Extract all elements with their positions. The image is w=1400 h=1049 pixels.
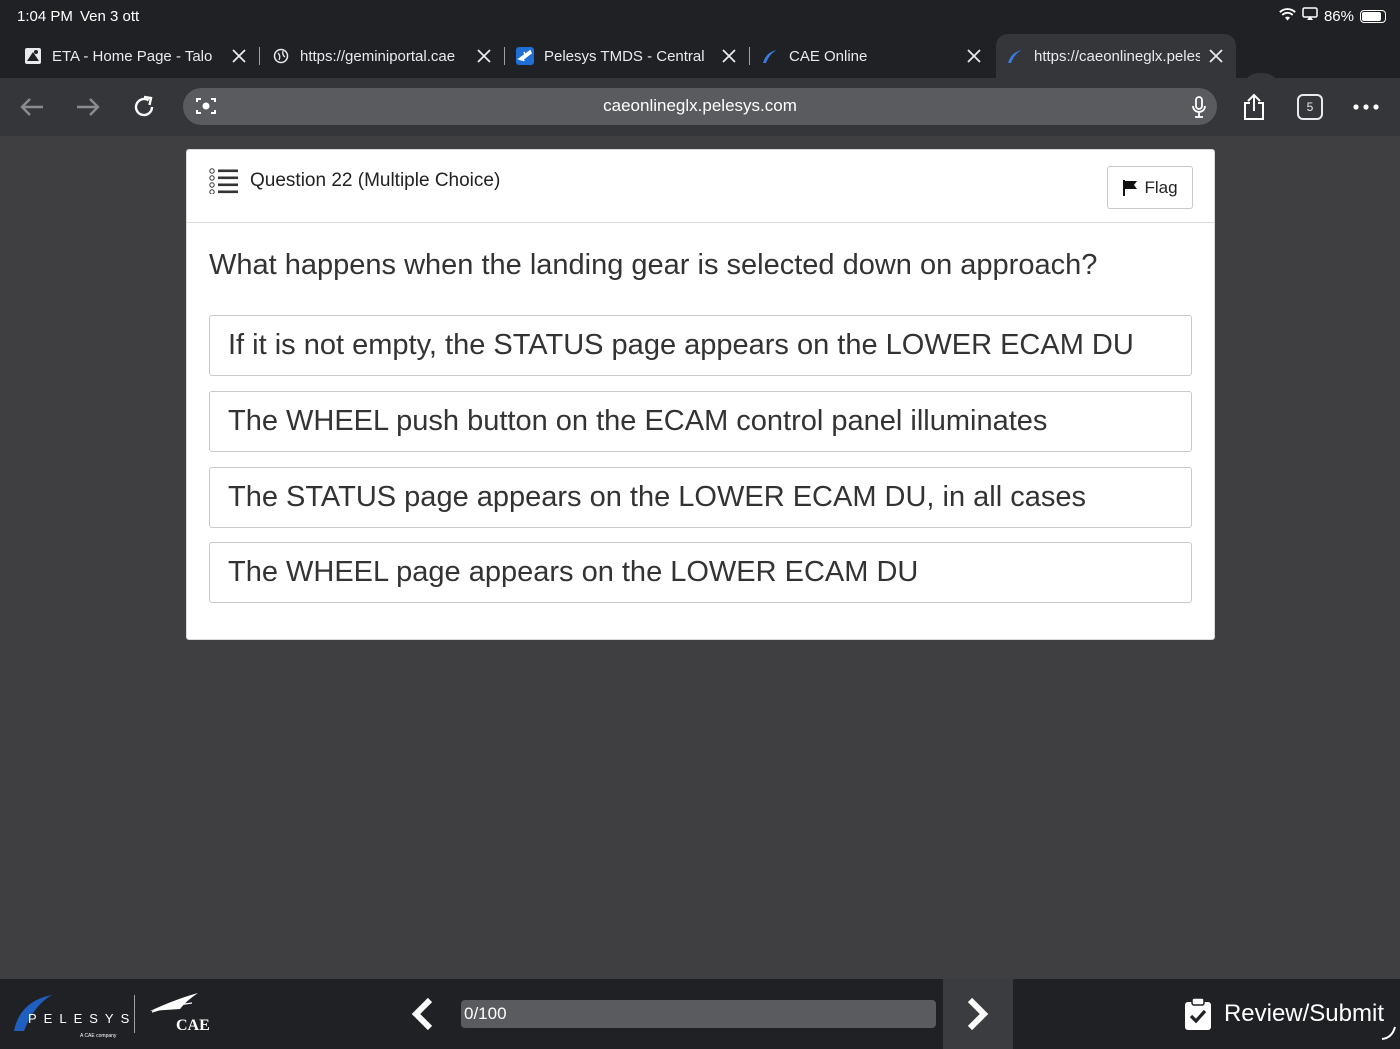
screen-mirroring-icon [1302,7,1318,25]
browser-tab[interactable]: Pelesys TMDS - Central [516,34,750,78]
browser-tab[interactable]: CAE Online [761,34,994,78]
microphone-icon[interactable] [1191,96,1207,123]
tab-separator [503,47,505,65]
tab-title: ETA - Home Page - Talon [52,47,212,65]
question-text: What happens when the landing gear is se… [209,249,1098,281]
svg-text:CAE: CAE [176,1017,210,1034]
answer-option-2[interactable]: The WHEEL push button on the ECAM contro… [209,391,1192,452]
answer-option-3[interactable]: The STATUS page appears on the LOWER ECA… [209,467,1192,528]
share-icon [1244,93,1264,120]
question-header: Question 22 (Multiple Choice) Flag [187,150,1214,223]
tab-strip: ETA - Home Page - Talon https://geminipo… [0,34,1400,107]
tab-title: Pelesys TMDS - Central [544,47,705,65]
pelesys-favicon [761,47,779,65]
url-text: caeonlineglx.pelesys.com [603,96,797,115]
close-tab-icon[interactable] [964,46,984,66]
question-list-icon[interactable] [209,168,239,199]
tab-title: https://geminiportal.cae [300,47,456,65]
logo-divider [134,995,135,1033]
question-card: Question 22 (Multiple Choice) Flag What … [186,149,1215,640]
battery-percentage: 86% [1323,7,1354,25]
tab-separator [748,47,750,65]
tab-separator [258,47,260,65]
plane-icon [516,47,534,65]
chevron-left-icon [411,997,433,1031]
next-question-button[interactable] [943,979,1013,1049]
arrow-right-icon [77,98,100,116]
tab-count-badge: 5 [1297,94,1323,120]
previous-question-button[interactable] [400,991,444,1037]
resize-handle-icon[interactable] [1380,1024,1396,1045]
question-title: Question 22 (Multiple Choice) [250,170,501,191]
globe-icon [272,47,290,65]
progress-bar: 0/100 [461,1000,936,1028]
answer-option-4[interactable]: The WHEEL page appears on the LOWER ECAM… [209,542,1192,603]
close-tab-icon[interactable] [229,46,249,66]
svg-text:PELESYS: PELESYS [28,1011,132,1026]
wifi-icon [1279,7,1296,25]
quiz-footer: PELESYS A CAE company CAE 0/100 Review/S… [0,979,1400,1049]
clipboard-check-icon [1184,997,1211,1030]
tab-title: CAE Online [789,47,868,65]
flag-label: Flag [1144,177,1178,197]
status-time: 1:04 PM [17,8,73,25]
review-submit-button[interactable]: Review/Submit [1184,993,1384,1035]
battery-icon [1360,9,1386,23]
reload-icon [134,95,154,117]
back-button[interactable] [15,90,49,124]
address-bar[interactable]: caeonlineglx.pelesys.com [183,88,1217,125]
flag-icon [1123,179,1138,196]
progress-label: 0/100 [464,1004,507,1023]
browser-toolbar: caeonlineglx.pelesys.com 5 [0,78,1400,136]
battery-fill [1362,11,1381,21]
forward-button[interactable] [71,90,105,124]
chevron-right-icon [967,997,989,1031]
browser-tab[interactable]: ETA - Home Page - Talon [24,34,260,78]
close-tab-icon[interactable] [719,46,739,66]
status-indicators: 86% [1279,7,1386,25]
status-bar: 1:04 PM Ven 3 ott 86% [0,0,1400,34]
arrow-left-icon [20,98,43,116]
review-submit-label: Review/Submit [1223,1000,1384,1027]
share-button[interactable] [1237,90,1271,124]
cae-logo: CAE [146,991,214,1035]
tab-title: https://caeonlineglx.pelesys [1034,47,1200,65]
flag-button[interactable]: Flag [1107,166,1193,209]
pelesys-favicon [1006,47,1024,65]
status-date: Ven 3 ott [80,8,140,25]
close-tab-icon[interactable] [474,46,494,66]
svg-text:A CAE company: A CAE company [80,1033,117,1039]
close-tab-icon[interactable] [1206,46,1226,66]
more-dots-icon [1353,104,1379,110]
browser-tab[interactable]: https://geminiportal.cae [272,34,505,78]
reload-button[interactable] [127,90,161,124]
browser-tab-active[interactable]: https://caeonlineglx.pelesys [996,34,1236,78]
pelesys-logo: PELESYS A CAE company [12,991,132,1039]
eta-favicon [24,47,42,65]
answer-option-1[interactable]: If it is not empty, the STATUS page appe… [209,315,1192,376]
tab-switcher-button[interactable]: 5 [1293,90,1327,124]
more-menu-button[interactable] [1349,90,1383,124]
